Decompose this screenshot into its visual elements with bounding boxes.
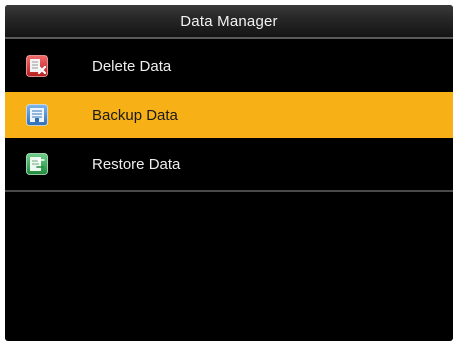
menu-item-label: Delete Data (92, 57, 172, 75)
menu-item-label: Restore Data (92, 155, 181, 173)
page-title: Data Manager (180, 12, 278, 30)
device-screen: Data Manager Delete Data Backup Data Res… (5, 5, 453, 341)
title-divider (5, 37, 453, 39)
delete-data-icon (26, 55, 48, 77)
restore-data-icon (26, 153, 48, 175)
menu-item-restore-data[interactable]: Restore Data (5, 141, 453, 187)
menu-divider (5, 190, 453, 192)
menu-item-delete-data[interactable]: Delete Data (5, 43, 453, 89)
title-bar: Data Manager (5, 5, 453, 37)
backup-data-icon (26, 104, 48, 126)
menu-item-label: Backup Data (92, 106, 178, 124)
menu-item-backup-data[interactable]: Backup Data (5, 92, 453, 138)
